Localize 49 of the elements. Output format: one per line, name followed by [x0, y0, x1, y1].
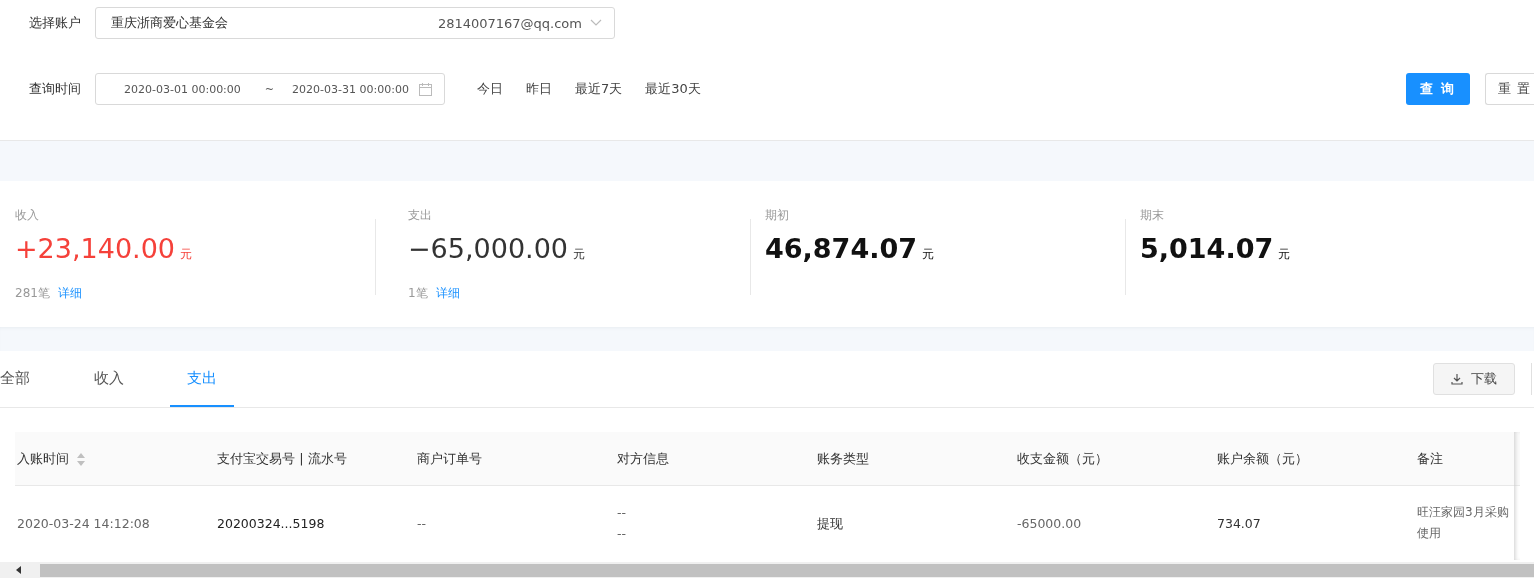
- quick-range-link[interactable]: 最近30天: [645, 80, 701, 98]
- column-header: 对方信息: [617, 450, 669, 466]
- scroll-left-icon[interactable]: [16, 566, 22, 574]
- sort-icon[interactable]: [77, 452, 85, 466]
- column-header: 备注: [1417, 450, 1443, 466]
- table-cell-text: --: [617, 525, 628, 543]
- quick-range-link[interactable]: 最近7天: [575, 80, 623, 98]
- count-label: 281笔: [15, 285, 50, 302]
- quick-range-link[interactable]: 今日: [477, 80, 503, 98]
- chevron-down-icon: [590, 19, 602, 27]
- field-label: 选择账户: [29, 14, 82, 32]
- table-cell-text: 旺汪家园3月采购使用: [1417, 504, 1510, 542]
- stat-amount: 46,874.07: [765, 233, 918, 264]
- download-icon: [1451, 373, 1463, 385]
- unit-label: 元: [1278, 246, 1291, 263]
- unit-label: 元: [573, 246, 586, 263]
- quick-range-link[interactable]: 昨日: [526, 80, 552, 98]
- stat-amount: +23,140.00: [15, 233, 176, 264]
- column-header: 商户订单号: [417, 450, 482, 466]
- table-cell-text: -65000.00: [1017, 514, 1083, 533]
- account-select[interactable]: 重庆浙商爱心基金会 2814007167@qq.com: [95, 7, 615, 39]
- tab[interactable]: 收入: [62, 351, 156, 407]
- stat-label: 期初: [765, 207, 790, 224]
- download-button[interactable]: 下载: [1433, 363, 1515, 395]
- table-cell-text: 2020-03-24 14:12:08: [17, 514, 151, 533]
- table-cell-text: 734.07: [1217, 514, 1262, 533]
- reset-button[interactable]: 重 置: [1485, 73, 1534, 105]
- unit-label: 元: [922, 246, 935, 263]
- unit-label: 元: [180, 246, 193, 263]
- stat-amount: −65,000.00: [408, 233, 569, 264]
- date-range-field[interactable]: 2020-03-01 00:00:00 ~ 2020-03-31 00:00:00: [95, 73, 445, 105]
- column-header: 收支金额（元）: [1017, 450, 1108, 466]
- column-header: 账务类型: [817, 450, 869, 466]
- stat-label: 期末: [1140, 207, 1165, 224]
- stat-label: 收入: [15, 207, 40, 224]
- stat-amount: 5,014.07: [1140, 233, 1274, 264]
- column-header: 支付宝交易号 | 流水号: [217, 450, 347, 466]
- table-cell-text: --: [417, 514, 428, 533]
- column-header[interactable]: 入账时间: [17, 450, 69, 466]
- table-cell-text: 提现: [817, 514, 844, 533]
- field-label: 查询时间: [29, 80, 82, 98]
- column-header: 账户余额（元）: [1217, 450, 1308, 466]
- stat-label: 支出: [408, 207, 433, 224]
- horizontal-scrollbar[interactable]: [0, 562, 1534, 578]
- table-cell-text: --: [617, 504, 628, 522]
- count-label: 1笔: [408, 285, 428, 302]
- table-cell-text: 20200324...5198: [217, 514, 326, 533]
- calendar-icon: [419, 82, 432, 96]
- tab[interactable]: 全部: [0, 351, 62, 407]
